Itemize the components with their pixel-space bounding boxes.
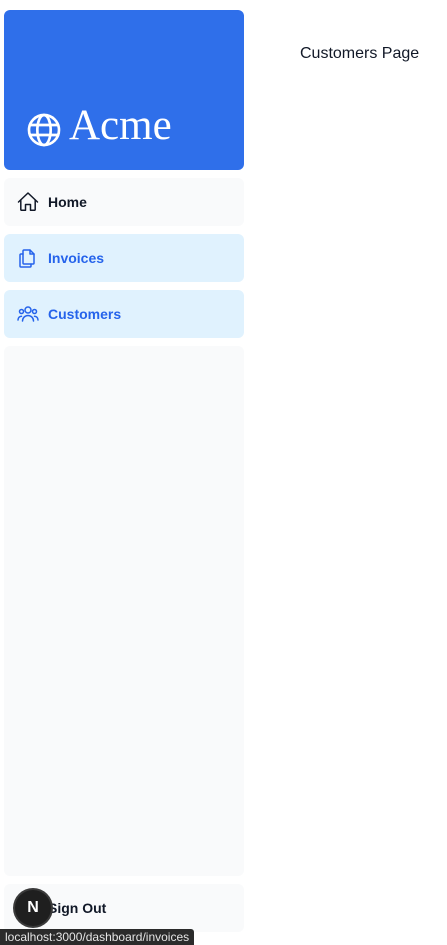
- globe-icon: [24, 110, 64, 150]
- sidebar-item-home[interactable]: Home: [4, 178, 244, 226]
- status-bar-url: localhost:3000/dashboard/invoices: [0, 929, 195, 945]
- brand-logo-link[interactable]: Acme: [4, 10, 244, 170]
- sidebar-item-label: Customers: [48, 306, 122, 322]
- sidebar-item-label: Home: [48, 194, 87, 210]
- user-group-icon: [16, 302, 40, 326]
- sidebar-item-customers[interactable]: Customers: [4, 290, 244, 338]
- sidebar-spacer: [4, 346, 244, 876]
- document-duplicate-icon: [16, 246, 40, 270]
- sign-out-label: Sign Out: [48, 900, 107, 916]
- nextjs-devtools-button[interactable]: N: [15, 890, 51, 926]
- sidebar-item-invoices[interactable]: Invoices: [4, 234, 244, 282]
- sidebar-item-label: Invoices: [48, 250, 105, 266]
- sidebar: Acme Home Invoices Customers Sign Out: [4, 10, 244, 932]
- brand-name: Acme: [69, 102, 172, 149]
- home-icon: [16, 190, 40, 214]
- page-title: Customers Page: [300, 45, 420, 62]
- nextjs-logo-icon: N: [27, 899, 39, 916]
